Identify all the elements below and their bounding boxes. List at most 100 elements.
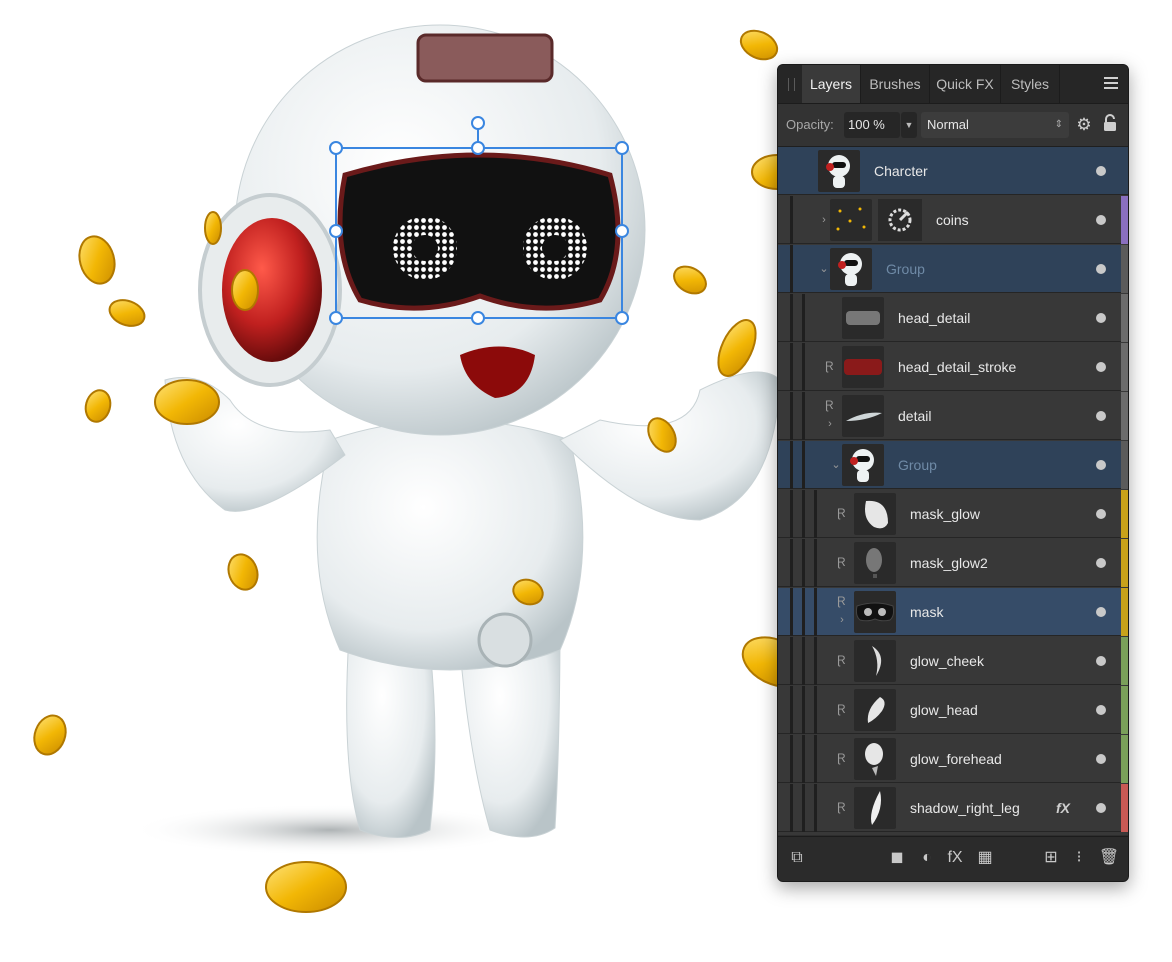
layers-stack-icon[interactable]: ⧉	[786, 847, 808, 869]
layer-name: head_detail	[898, 310, 971, 326]
visibility-toggle[interactable]	[1096, 215, 1106, 225]
clip-mask-icon: Ɽ	[837, 594, 846, 608]
layer-name: mask_glow2	[910, 555, 988, 571]
layer-row[interactable]: Ɽhead_detail_stroke	[778, 343, 1128, 391]
coin	[84, 389, 112, 423]
hamburger-menu-icon[interactable]	[1104, 77, 1118, 91]
tab-layers[interactable]: Layers	[802, 65, 861, 103]
layer-name: mask_glow	[910, 506, 981, 522]
layer-row[interactable]: Ɽmask_glow2	[778, 539, 1128, 587]
head-grille	[416, 33, 554, 83]
layer-row[interactable]: › Ɽmask	[778, 588, 1128, 636]
resize-handle[interactable]	[471, 141, 485, 155]
chevron-down-icon[interactable]: ⌄	[818, 259, 830, 279]
resize-handle[interactable]	[329, 224, 343, 238]
visibility-toggle[interactable]	[1096, 313, 1106, 323]
layer-thumbnail	[854, 738, 896, 780]
resize-handle[interactable]	[329, 141, 343, 155]
clip-mask-icon: Ɽ	[837, 555, 846, 569]
coin	[33, 714, 67, 756]
resize-handle[interactable]	[329, 311, 343, 325]
lock-icon[interactable]	[1100, 114, 1120, 136]
layer-thumbnail	[830, 199, 872, 241]
layer-thumbnail	[842, 395, 884, 437]
color-tag	[1121, 196, 1128, 244]
chevron-right-icon[interactable]: ›	[824, 414, 836, 434]
color-tag	[1121, 735, 1128, 783]
layer-row[interactable]: › coins	[778, 196, 1128, 244]
clip-mask-icon: Ɽ	[837, 506, 846, 520]
layer-thumbnail	[842, 444, 884, 486]
trash-icon[interactable]: 🗑	[1098, 847, 1120, 869]
layers-list: Charcter › coins ⌄ Group head_detail Ɽhead_det…	[778, 147, 1128, 835]
layer-row[interactable]: head_detail	[778, 294, 1128, 342]
rotate-handle[interactable]	[471, 116, 485, 130]
resize-handle[interactable]	[615, 311, 629, 325]
fx-badge-icon[interactable]: fX	[1056, 784, 1070, 832]
chevron-right-icon[interactable]: ›	[818, 210, 830, 230]
chevron-right-icon[interactable]: ›	[836, 610, 848, 630]
visibility-toggle[interactable]	[1096, 411, 1106, 421]
visibility-toggle[interactable]	[1096, 705, 1106, 715]
resize-handle[interactable]	[615, 224, 629, 238]
color-tag	[1121, 441, 1128, 489]
color-tag	[1121, 392, 1128, 440]
tab-brushes[interactable]: Brushes	[861, 65, 930, 103]
visibility-toggle[interactable]	[1096, 460, 1106, 470]
layer-row[interactable]: Ɽshadow_right_leg fX	[778, 784, 1128, 832]
visibility-toggle[interactable]	[1096, 656, 1106, 666]
fx-icon[interactable]: fX	[944, 847, 966, 869]
mask-icon[interactable]: ◼	[886, 847, 908, 869]
chevron-down-icon[interactable]: ⌄	[830, 455, 842, 475]
color-tag	[1121, 294, 1128, 342]
group-icon[interactable]: ⁝	[1068, 847, 1090, 869]
layer-row[interactable]: Ɽglow_head	[778, 686, 1128, 734]
visibility-toggle[interactable]	[1096, 509, 1106, 519]
coin	[108, 299, 146, 327]
visibility-toggle[interactable]	[1096, 362, 1106, 372]
coin	[673, 265, 707, 295]
layer-row[interactable]: Ɽmask_glow	[778, 490, 1128, 538]
coin	[227, 553, 259, 591]
resize-handle[interactable]	[615, 141, 629, 155]
tab-quick-fx[interactable]: Quick FX	[930, 65, 1001, 103]
layer-thumbnail	[854, 640, 896, 682]
coin	[204, 211, 222, 245]
visibility-toggle[interactable]	[1096, 264, 1106, 274]
visibility-toggle[interactable]	[1096, 558, 1106, 568]
layer-row[interactable]: › Ɽdetail	[778, 392, 1128, 440]
opacity-input[interactable]: 100 %	[844, 112, 900, 138]
visibility-toggle[interactable]	[1096, 166, 1106, 176]
visibility-toggle[interactable]	[1096, 607, 1106, 617]
color-tag	[1121, 637, 1128, 685]
gear-icon[interactable]: ⚙	[1074, 114, 1094, 136]
panel-tab-bar: Layers Brushes Quick FX Styles	[778, 65, 1128, 104]
coin	[265, 861, 347, 913]
layer-name: glow_head	[910, 702, 978, 718]
live-filter-icon[interactable]: ▦	[974, 847, 996, 869]
adjustment-icon[interactable]: ◐	[916, 847, 938, 869]
layer-name: head_detail_stroke	[898, 359, 1017, 375]
chevron-down-icon[interactable]: ▼	[901, 112, 917, 138]
layer-name: glow_forehead	[910, 751, 1002, 767]
visibility-toggle[interactable]	[1096, 803, 1106, 813]
layer-row[interactable]: Ɽglow_forehead	[778, 735, 1128, 783]
layer-name: Group	[886, 261, 925, 277]
layer-name: detail	[898, 408, 932, 424]
clip-mask-icon: Ɽ	[837, 653, 846, 667]
coin	[739, 29, 779, 61]
layer-row[interactable]: Ɽglow_cheek	[778, 637, 1128, 685]
visibility-toggle[interactable]	[1096, 754, 1106, 764]
layer-row[interactable]: ⌄ Group	[778, 441, 1128, 489]
resize-handle[interactable]	[471, 311, 485, 325]
layer-row[interactable]: ⌄ Group	[778, 245, 1128, 293]
tab-styles[interactable]: Styles	[1001, 65, 1060, 103]
layer-thumbnail	[842, 346, 884, 388]
layer-name: coins	[936, 212, 969, 228]
clip-mask-icon: Ɽ	[837, 702, 846, 716]
color-tag	[1121, 784, 1128, 832]
layer-row[interactable]: Charcter	[778, 147, 1128, 195]
panel-grip-handle[interactable]	[788, 78, 795, 91]
blend-mode-select[interactable]: Normal ⇕	[921, 112, 1069, 138]
add-pixel-layer-icon[interactable]: ⊞	[1040, 847, 1062, 869]
